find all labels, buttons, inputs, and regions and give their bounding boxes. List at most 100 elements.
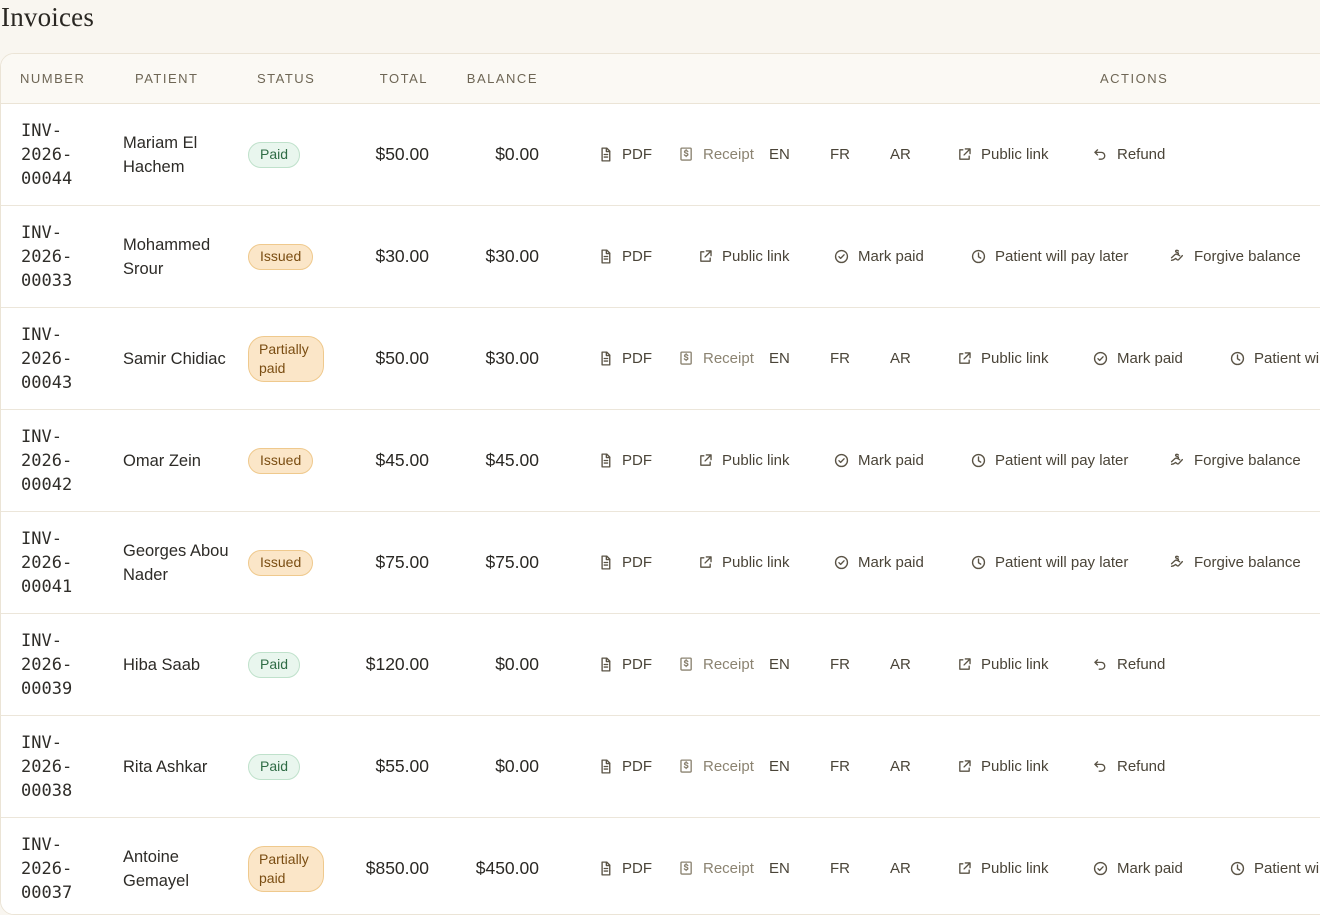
refund-button-label: Refund (1117, 758, 1166, 775)
pay-later-button[interactable]: Patient wil (1229, 818, 1320, 914)
refund-button-label: Refund (1117, 656, 1166, 673)
invoice-total: $30.00 (375, 246, 429, 266)
language-en-button[interactable]: EN (769, 614, 790, 715)
public-link-button[interactable]: Public link (956, 716, 1049, 817)
column-header-status[interactable]: Status (257, 71, 315, 86)
language-en-button[interactable]: EN (769, 818, 790, 914)
pdf-button[interactable]: PDF (597, 308, 652, 409)
column-header-total[interactable]: Total (333, 71, 428, 86)
invoice-total: $50.00 (375, 348, 429, 368)
mark-paid-button[interactable]: Mark paid (833, 512, 924, 613)
document-icon (601, 759, 611, 774)
receipt-button[interactable]: Receipt (678, 716, 754, 817)
language-ar-button[interactable]: AR (890, 308, 911, 409)
mark-paid-button-label: Mark paid (858, 452, 924, 469)
invoice-balance: $30.00 (485, 246, 539, 266)
invoice-number[interactable]: INV- 2026- 00042 (21, 425, 91, 497)
pay-later-button[interactable]: Patient will pay later (970, 206, 1128, 307)
table-row: INV- 2026- 00042 Omar Zein Issued $45.00 $45… (1, 410, 1320, 512)
patient-name: Antoine Gemayel (123, 847, 190, 890)
public-link-button[interactable]: Public link (697, 206, 790, 307)
forgive-balance-button[interactable]: Forgive balance (1169, 410, 1301, 511)
status-badge: Issued (248, 243, 314, 270)
language-ar-button[interactable]: AR (890, 104, 911, 205)
pdf-button[interactable]: PDF (597, 716, 652, 817)
receipt-button[interactable]: Receipt (678, 614, 754, 715)
public-link-button[interactable]: Public link (956, 818, 1049, 914)
mark-paid-button[interactable]: Mark paid (1092, 818, 1183, 914)
pdf-button-label: PDF (622, 350, 652, 367)
language-fr-button[interactable]: FR (830, 716, 850, 817)
pdf-button[interactable]: PDF (597, 206, 652, 307)
public-link-button[interactable]: Public link (956, 308, 1049, 409)
pdf-button-label: PDF (622, 248, 652, 265)
pdf-button[interactable]: PDF (597, 410, 652, 511)
pdf-button[interactable]: PDF (597, 512, 652, 613)
document-icon (601, 453, 611, 468)
refund-button[interactable]: Refund (1092, 614, 1165, 715)
status-badge: Issued (248, 447, 314, 474)
pay-later-button-label: Patient will pay later (995, 554, 1129, 571)
public-link-button-label: Public link (981, 860, 1049, 877)
status-badge: Issued (248, 549, 314, 576)
public-link-button[interactable]: Public link (956, 104, 1049, 205)
table-row: INV- 2026- 00037 Antoine Gemayel Partially… (1, 818, 1320, 914)
public-link-button[interactable]: Public link (697, 410, 790, 511)
pay-later-button[interactable]: Patient will pay later (970, 512, 1128, 613)
language-fr-button[interactable]: FR (830, 818, 850, 914)
pdf-button[interactable]: PDF (597, 104, 652, 205)
language-ar-button[interactable]: AR (890, 614, 911, 715)
invoice-number[interactable]: INV- 2026- 00041 (21, 527, 91, 599)
hand-coins-icon (1170, 453, 1184, 466)
external-link-icon (959, 352, 971, 364)
public-link-button[interactable]: Public link (956, 614, 1049, 715)
language-en-button[interactable]: EN (769, 104, 790, 205)
public-link-button-label: Public link (981, 758, 1049, 775)
status-cell: Issued (248, 512, 314, 613)
mark-paid-button-label: Mark paid (858, 248, 924, 265)
refund-button[interactable]: Refund (1092, 104, 1165, 205)
refund-button[interactable]: Refund (1092, 716, 1165, 817)
receipt-button[interactable]: Receipt (678, 104, 754, 205)
invoice-number[interactable]: INV- 2026- 00038 (21, 731, 91, 803)
language-ar-button[interactable]: AR (890, 716, 911, 817)
mark-paid-button[interactable]: Mark paid (833, 410, 924, 511)
language-ar-button[interactable]: AR (890, 818, 911, 914)
pay-later-button[interactable]: Patient wil (1229, 308, 1320, 409)
refund-button-label: Refund (1117, 146, 1166, 163)
invoices-table: Number Patient Status Total Balance Acti… (0, 53, 1320, 915)
table-row: INV- 2026- 00041 Georges Abou Nader Issued… (1, 512, 1320, 614)
patient-name: Mariam El Hachem (123, 133, 198, 176)
receipt-button[interactable]: Receipt (678, 818, 754, 914)
language-en-button[interactable]: EN (769, 716, 790, 817)
invoice-number[interactable]: INV- 2026- 00043 (21, 323, 91, 395)
mark-paid-button[interactable]: Mark paid (1092, 308, 1183, 409)
language-fr-button[interactable]: FR (830, 308, 850, 409)
language-en-button[interactable]: EN (769, 308, 790, 409)
undo-icon (1094, 659, 1106, 670)
invoice-number[interactable]: INV- 2026- 00037 (21, 833, 91, 905)
pay-later-button[interactable]: Patient will pay later (970, 410, 1128, 511)
mark-paid-button-label: Mark paid (1117, 860, 1183, 877)
invoice-total: $75.00 (375, 552, 429, 572)
pdf-button-label: PDF (622, 452, 652, 469)
public-link-button[interactable]: Public link (697, 512, 790, 613)
pdf-button[interactable]: PDF (597, 614, 652, 715)
language-fr-button[interactable]: FR (830, 614, 850, 715)
forgive-balance-button[interactable]: Forgive balance (1169, 512, 1301, 613)
invoice-total: $850.00 (365, 858, 429, 878)
language-fr-button[interactable]: FR (830, 104, 850, 205)
invoice-number[interactable]: INV- 2026- 00033 (21, 221, 91, 293)
invoice-number[interactable]: INV- 2026- 00044 (21, 119, 91, 191)
column-header-number[interactable]: Number (20, 71, 85, 86)
invoice-number[interactable]: INV- 2026- 00039 (21, 629, 91, 701)
forgive-balance-button[interactable]: Forgive balance (1169, 206, 1301, 307)
receipt-button[interactable]: Receipt (678, 308, 754, 409)
column-header-patient[interactable]: Patient (135, 71, 198, 86)
receipt-button-label: Receipt (703, 860, 754, 877)
column-header-balance[interactable]: Balance (443, 71, 538, 86)
invoice-balance: $30.00 (485, 348, 539, 368)
mark-paid-button[interactable]: Mark paid (833, 206, 924, 307)
pdf-button[interactable]: PDF (597, 818, 652, 914)
receipt-button-label: Receipt (703, 146, 754, 163)
